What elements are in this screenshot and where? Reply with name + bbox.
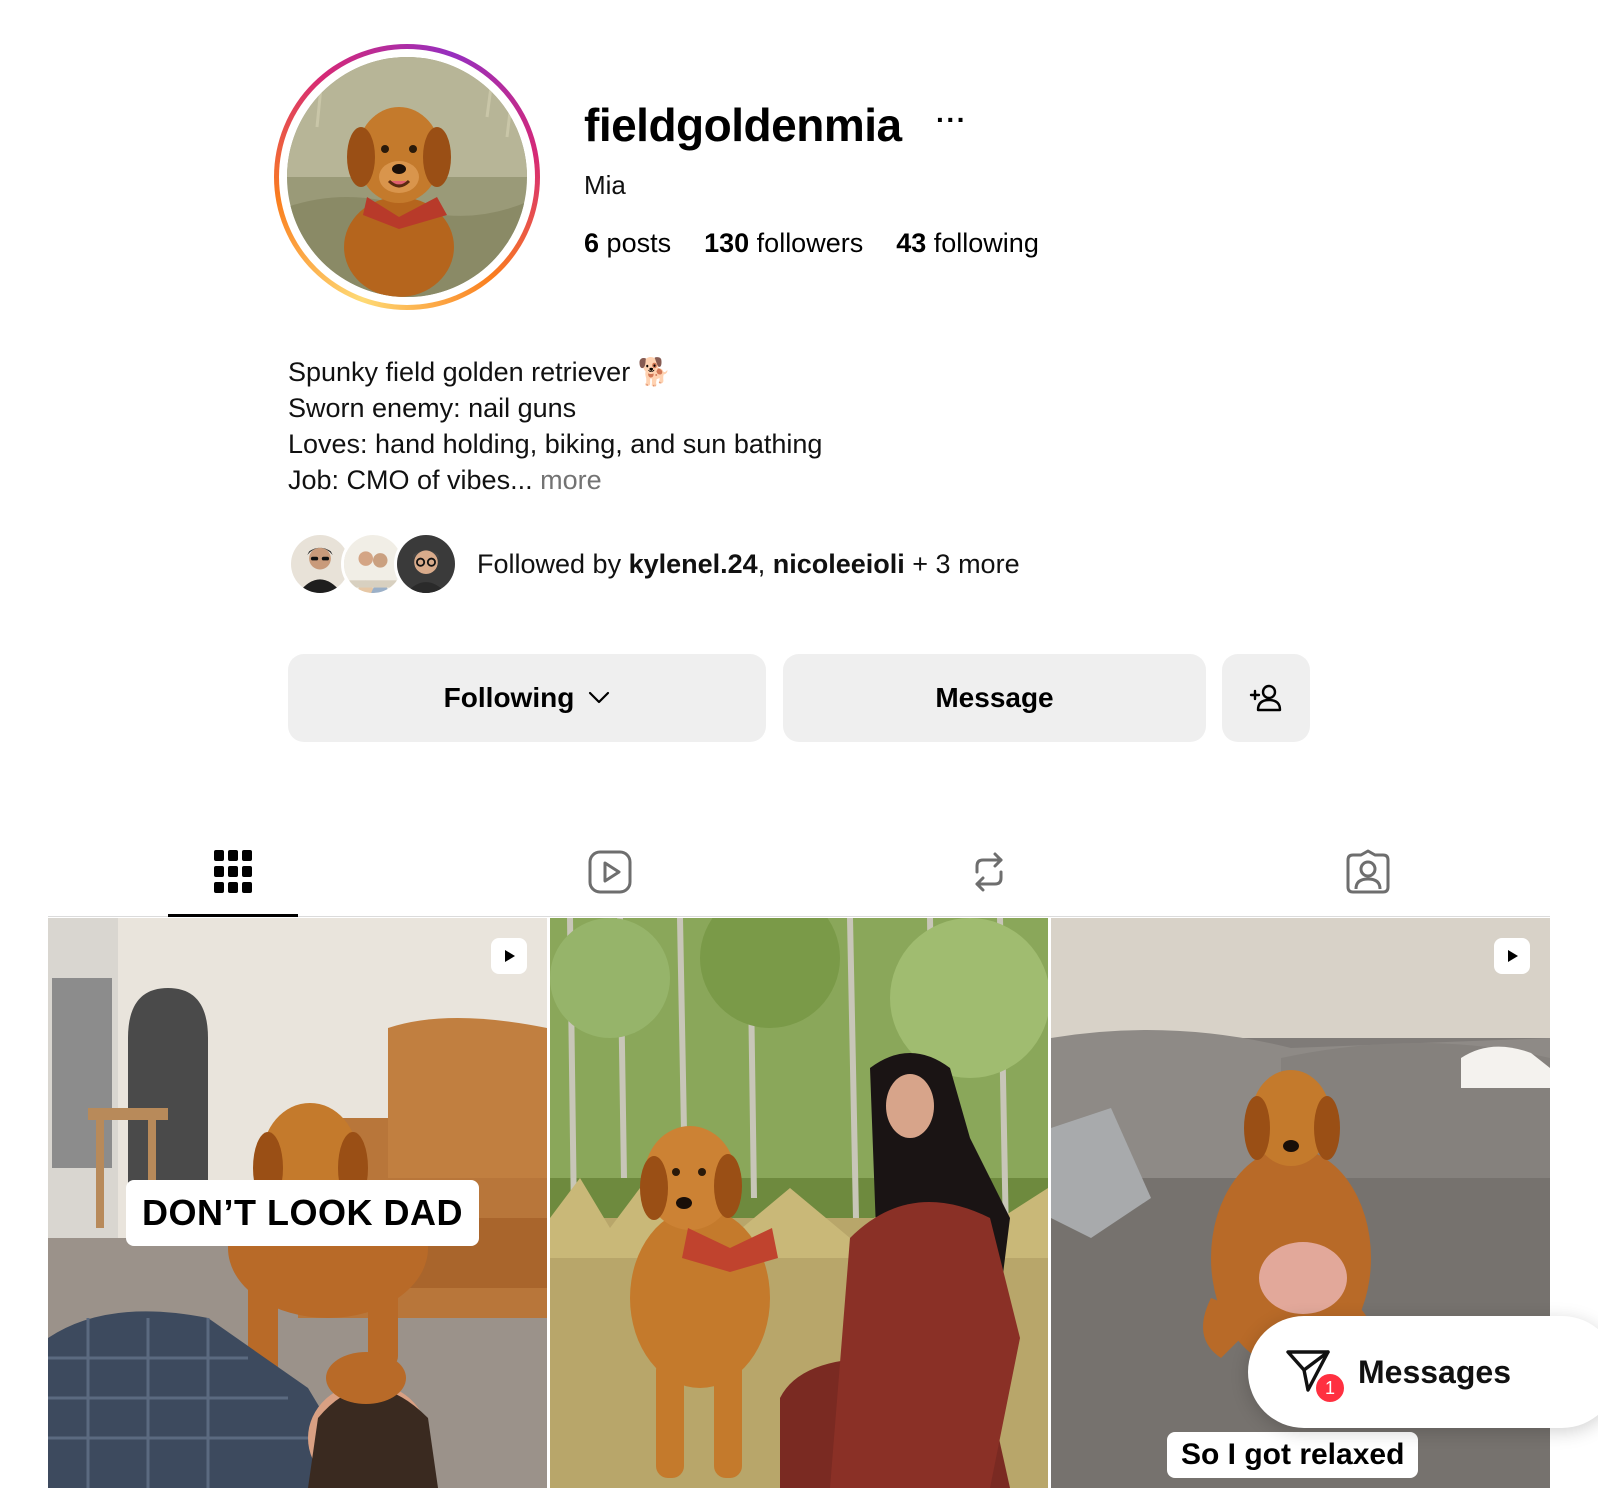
- profile-avatar-story-ring[interactable]: [274, 44, 540, 310]
- post-caption-overlay: So I got relaxed: [1167, 1432, 1419, 1478]
- messages-button[interactable]: 1 Messages: [1248, 1316, 1598, 1428]
- post-tile[interactable]: DON’T LOOK DAD: [48, 918, 547, 1488]
- followers-stat[interactable]: 130 followers: [704, 228, 863, 259]
- person-add-icon: [1249, 684, 1282, 712]
- followed-by-separator: ,: [757, 548, 766, 579]
- message-button[interactable]: Message: [783, 654, 1206, 742]
- bio-line: Loves: hand holding, biking, and sun bat…: [288, 429, 823, 459]
- post-image: [550, 918, 1048, 1488]
- following-label: following: [933, 228, 1039, 258]
- bio-line-last: Job: CMO of vibes... more: [288, 462, 822, 498]
- avatar-dog-image: [287, 57, 527, 297]
- message-button-label: Message: [935, 682, 1054, 713]
- bio-line: Spunky field golden retriever 🐕: [288, 357, 672, 387]
- profile-avatar: [287, 57, 527, 297]
- profile-full-name: Mia: [584, 170, 626, 200]
- posts-count: 6: [584, 228, 600, 258]
- chevron-down-icon: [589, 691, 610, 704]
- messages-icon-wrap: 1: [1284, 1346, 1346, 1404]
- following-button-label: Following: [443, 682, 575, 713]
- reels-icon: [1508, 950, 1518, 962]
- followed-by-prefix: Followed by: [477, 548, 622, 579]
- profile-stats: 6 posts 130 followers 43 following: [584, 228, 1039, 259]
- messages-label: Messages: [1358, 1353, 1511, 1390]
- followed-by-user-link[interactable]: nicoleeioli: [773, 549, 905, 579]
- followers-count: 130: [704, 228, 750, 258]
- tab-reposts[interactable]: [965, 848, 1013, 896]
- followed-by-suffix: + 3 more: [912, 548, 1020, 579]
- followed-by-section[interactable]: Followed by kylenel.24, nicoleeioli + 3 …: [288, 532, 1020, 596]
- posts-stat: 6 posts: [584, 228, 671, 259]
- tab-reels[interactable]: [586, 848, 634, 896]
- reels-icon: [497, 944, 521, 968]
- tab-tagged[interactable]: [1344, 848, 1392, 896]
- reel-badge: [1494, 938, 1530, 974]
- follower-avatar-image: [397, 535, 455, 593]
- active-tab-indicator: [168, 914, 298, 917]
- tab-posts[interactable]: [209, 848, 257, 896]
- followed-by-user-link[interactable]: kylenel.24: [629, 549, 758, 579]
- profile-bio: Spunky field golden retriever 🐕 Sworn en…: [288, 354, 822, 498]
- post-caption-overlay: DON’T LOOK DAD: [126, 1180, 479, 1246]
- following-count: 43: [896, 228, 927, 258]
- followers-label: followers: [756, 228, 864, 258]
- bio-line: Job: CMO of vibes...: [288, 465, 533, 495]
- unread-badge: 1: [1314, 1372, 1346, 1404]
- bio-more-link[interactable]: more: [540, 465, 602, 495]
- repost-icon: [975, 852, 1003, 892]
- tagged-icon: [1346, 849, 1390, 894]
- suggest-users-button[interactable]: [1222, 654, 1310, 742]
- reels-icon: [588, 850, 632, 894]
- following-button[interactable]: Following: [288, 654, 766, 742]
- more-options-button[interactable]: ···: [936, 104, 967, 136]
- profile-username: fieldgoldenmia: [584, 99, 902, 151]
- follower-avatar: [394, 532, 458, 596]
- grid-icon: [214, 850, 252, 893]
- bio-line: Sworn enemy: nail guns: [288, 393, 577, 423]
- avatar-gap: [279, 49, 535, 305]
- following-stat[interactable]: 43 following: [896, 228, 1039, 259]
- posts-label: posts: [606, 228, 672, 258]
- post-tile[interactable]: [550, 918, 1048, 1488]
- followed-by-text: Followed by kylenel.24, nicoleeioli + 3 …: [477, 549, 1020, 580]
- reel-badge: [491, 938, 527, 974]
